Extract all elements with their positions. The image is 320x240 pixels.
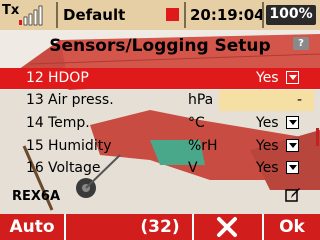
record-square-icon	[166, 8, 179, 21]
divider	[262, 2, 264, 28]
model-tag: REX6A	[12, 189, 61, 204]
row-number: 13	[26, 92, 44, 108]
row-unit: %rH	[188, 138, 218, 154]
row-number: 16	[26, 160, 44, 176]
dropdown-arrow-icon[interactable]	[286, 71, 299, 84]
row-label: HDOP	[48, 70, 89, 86]
tx-label: Tx	[2, 3, 20, 18]
scrollbar[interactable]	[316, 128, 319, 146]
battery-level: 100%	[269, 6, 313, 22]
divider	[64, 214, 66, 240]
signal-bars-icon	[19, 5, 43, 26]
divider	[184, 2, 186, 28]
edit-pencil-icon[interactable]	[285, 187, 301, 203]
list-item-hdop[interactable]: 12 HDOP Yes	[0, 68, 320, 89]
divider	[56, 2, 58, 28]
battery-indicator: 100%	[266, 5, 316, 25]
row-number: 14	[26, 115, 44, 131]
row-number: 15	[26, 138, 44, 154]
row-number: 12	[26, 70, 44, 86]
cancel-button[interactable]	[194, 214, 260, 240]
bottom-bar: Auto (32) Ok	[0, 214, 320, 240]
page-title: Sensors/Logging Setup	[49, 36, 271, 56]
row-label: Air press.	[48, 92, 114, 108]
row-unit: V	[188, 160, 198, 176]
clock: 20:19:04	[190, 6, 265, 24]
row-unit: hPa	[188, 92, 214, 108]
ok-button[interactable]: Ok	[264, 214, 320, 240]
list-item-temp[interactable]: 14 Temp. °C Yes	[0, 113, 320, 134]
status-bar: Tx Default 20:19:04 100%	[0, 0, 320, 30]
row-label: Voltage	[48, 160, 101, 176]
row-value: -	[296, 92, 302, 108]
row-value: Yes	[256, 115, 279, 131]
dropdown-arrow-icon[interactable]	[286, 116, 299, 129]
row-value: Yes	[256, 160, 279, 176]
list-item-humidity[interactable]: 15 Humidity %rH Yes	[0, 136, 320, 157]
count-button[interactable]: (32)	[128, 214, 192, 240]
row-value: Yes	[256, 138, 279, 154]
value-field[interactable]: -	[219, 90, 314, 111]
row-unit: °C	[188, 115, 205, 131]
list-item-air-press[interactable]: 13 Air press. hPa -	[0, 90, 320, 111]
screen: Tx Default 20:19:04 100% Sensors/Logging…	[0, 0, 320, 240]
close-x-icon	[217, 217, 237, 237]
help-icon[interactable]: ?	[293, 37, 309, 50]
dropdown-arrow-icon[interactable]	[286, 139, 299, 152]
dropdown-arrow-icon[interactable]	[286, 161, 299, 174]
row-value: Yes	[256, 70, 279, 86]
row-label: Humidity	[48, 138, 112, 154]
row-label: Temp.	[48, 115, 90, 131]
model-name: Default	[63, 6, 126, 24]
auto-button[interactable]: Auto	[0, 214, 64, 240]
list-item-voltage[interactable]: 16 Voltage V Yes	[0, 158, 320, 179]
